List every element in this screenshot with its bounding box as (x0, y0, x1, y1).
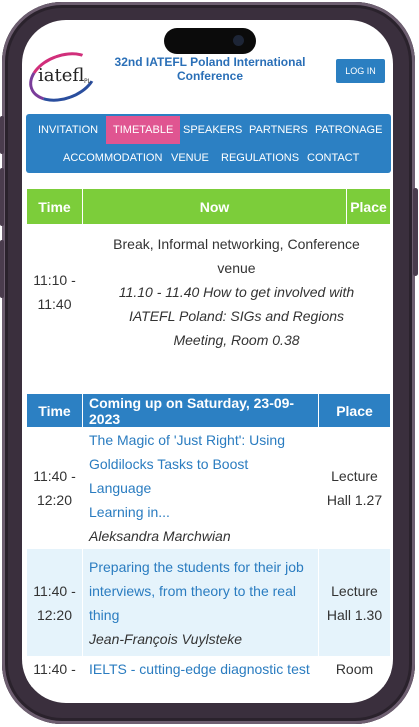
phone-side-button (0, 168, 4, 226)
place-cell: Lecture Hall 1.27 (318, 427, 391, 549)
time-end: 11:40 (37, 295, 72, 312)
nav-item-venue[interactable]: VENUE (164, 144, 216, 172)
time-end: 12:20 (36, 492, 73, 508)
nav-item-contact[interactable]: CONTACT (300, 144, 366, 172)
time-end: 12:20 (36, 606, 73, 623)
event-line: Break, Informal networking, Conference (113, 235, 360, 252)
place-cell: Room (318, 656, 391, 687)
event-cell: Break, Informal networking, Conference v… (82, 224, 391, 359)
dynamic-island (164, 28, 256, 54)
time-cell: 11:40 - (26, 656, 83, 687)
talk-title-link[interactable]: The Magic of 'Just Right': Using Goldilo… (89, 428, 312, 524)
table-header-row: Time Coming up on Saturday, 23-09-2023 P… (26, 393, 391, 428)
table-row: 11:40 - IELTS - cutting-edge diagnostic … (26, 656, 391, 687)
talk-cell: Preparing the students for their job int… (82, 548, 319, 657)
time-start: 11:40 - (33, 661, 76, 677)
nav-item-patronage[interactable]: PATRONAGE (308, 116, 389, 144)
table-row: 11:40 - 12:20 Preparing the students for… (26, 548, 391, 657)
table-row: 11:40 - 12:20 The Magic of 'Just Right':… (26, 427, 391, 549)
upcoming-table: Time Coming up on Saturday, 23-09-2023 P… (26, 393, 391, 687)
col-header-time: Time (26, 393, 83, 428)
nav-item-timetable[interactable]: TIMETABLE (106, 116, 181, 144)
conference-title-line2: Conference (176, 69, 244, 83)
event-line: Meeting, Room 0.38 (173, 331, 300, 348)
time-cell: 11:40 - 12:20 (26, 548, 83, 657)
col-header-time: Time (26, 188, 83, 225)
talk-title-link[interactable]: IELTS - cutting-edge diagnostic test (89, 657, 312, 681)
speaker-name: Jean-François Vuylsteke (89, 630, 243, 647)
col-header-coming-up: Coming up on Saturday, 23-09-2023 (82, 393, 319, 428)
time-start: 11:40 - (33, 582, 76, 599)
phone-power-button (413, 188, 418, 276)
event-line: IATEFL Poland: SIGs and Regions (128, 307, 345, 324)
time-cell: 11:10 - 11:40 (26, 224, 83, 359)
time-start: 11:10 - (33, 271, 76, 288)
logo-subtext: PL (84, 78, 91, 85)
talk-cell: The Magic of 'Just Right': Using Goldilo… (82, 427, 319, 549)
phone-screen: iatefl PL 32nd IATEFL Poland Internation… (22, 20, 393, 703)
talk-title-link[interactable]: Preparing the students for their job int… (89, 555, 312, 627)
phone-side-button (0, 240, 4, 298)
now-table: Time Now Place 11:10 - 11:40 Break, Info… (26, 188, 391, 359)
nav-item-invitation[interactable]: INVITATION (31, 116, 105, 144)
nav-item-regulations[interactable]: REGULATIONS (214, 144, 306, 172)
event-line: 11.10 - 11.40 How to get involved with (118, 283, 355, 300)
talk-cell: IELTS - cutting-edge diagnostic test (82, 656, 319, 687)
conference-title-line1: 32nd IATEFL Poland International (114, 55, 306, 69)
speaker-name: Aleksandra Marchwian (89, 528, 231, 544)
nav-item-partners[interactable]: PARTNERS (242, 116, 315, 144)
col-header-now: Now (82, 188, 347, 225)
table-row: 11:10 - 11:40 Break, Informal networking… (26, 224, 391, 359)
iatefl-logo[interactable]: iatefl PL (22, 43, 104, 111)
nav-item-accommodation[interactable]: ACCOMMODATION (56, 144, 169, 172)
phone-side-button (0, 116, 4, 154)
main-nav: INVITATION TIMETABLE SPEAKERS PARTNERS P… (26, 114, 391, 173)
login-button[interactable]: LOG IN (336, 59, 385, 83)
col-header-place: Place (318, 393, 391, 428)
conference-title: 32nd IATEFL Poland International Confere… (100, 55, 320, 83)
logo-text: iatefl (38, 65, 85, 86)
time-cell: 11:40 - 12:20 (26, 427, 83, 549)
col-header-place: Place (346, 188, 391, 225)
time-start: 11:40 - (33, 468, 76, 484)
event-line: venue (217, 259, 256, 276)
place-cell: Lecture Hall 1.30 (318, 548, 391, 657)
table-header-row: Time Now Place (26, 188, 391, 225)
nav-item-speakers[interactable]: SPEAKERS (176, 116, 249, 144)
